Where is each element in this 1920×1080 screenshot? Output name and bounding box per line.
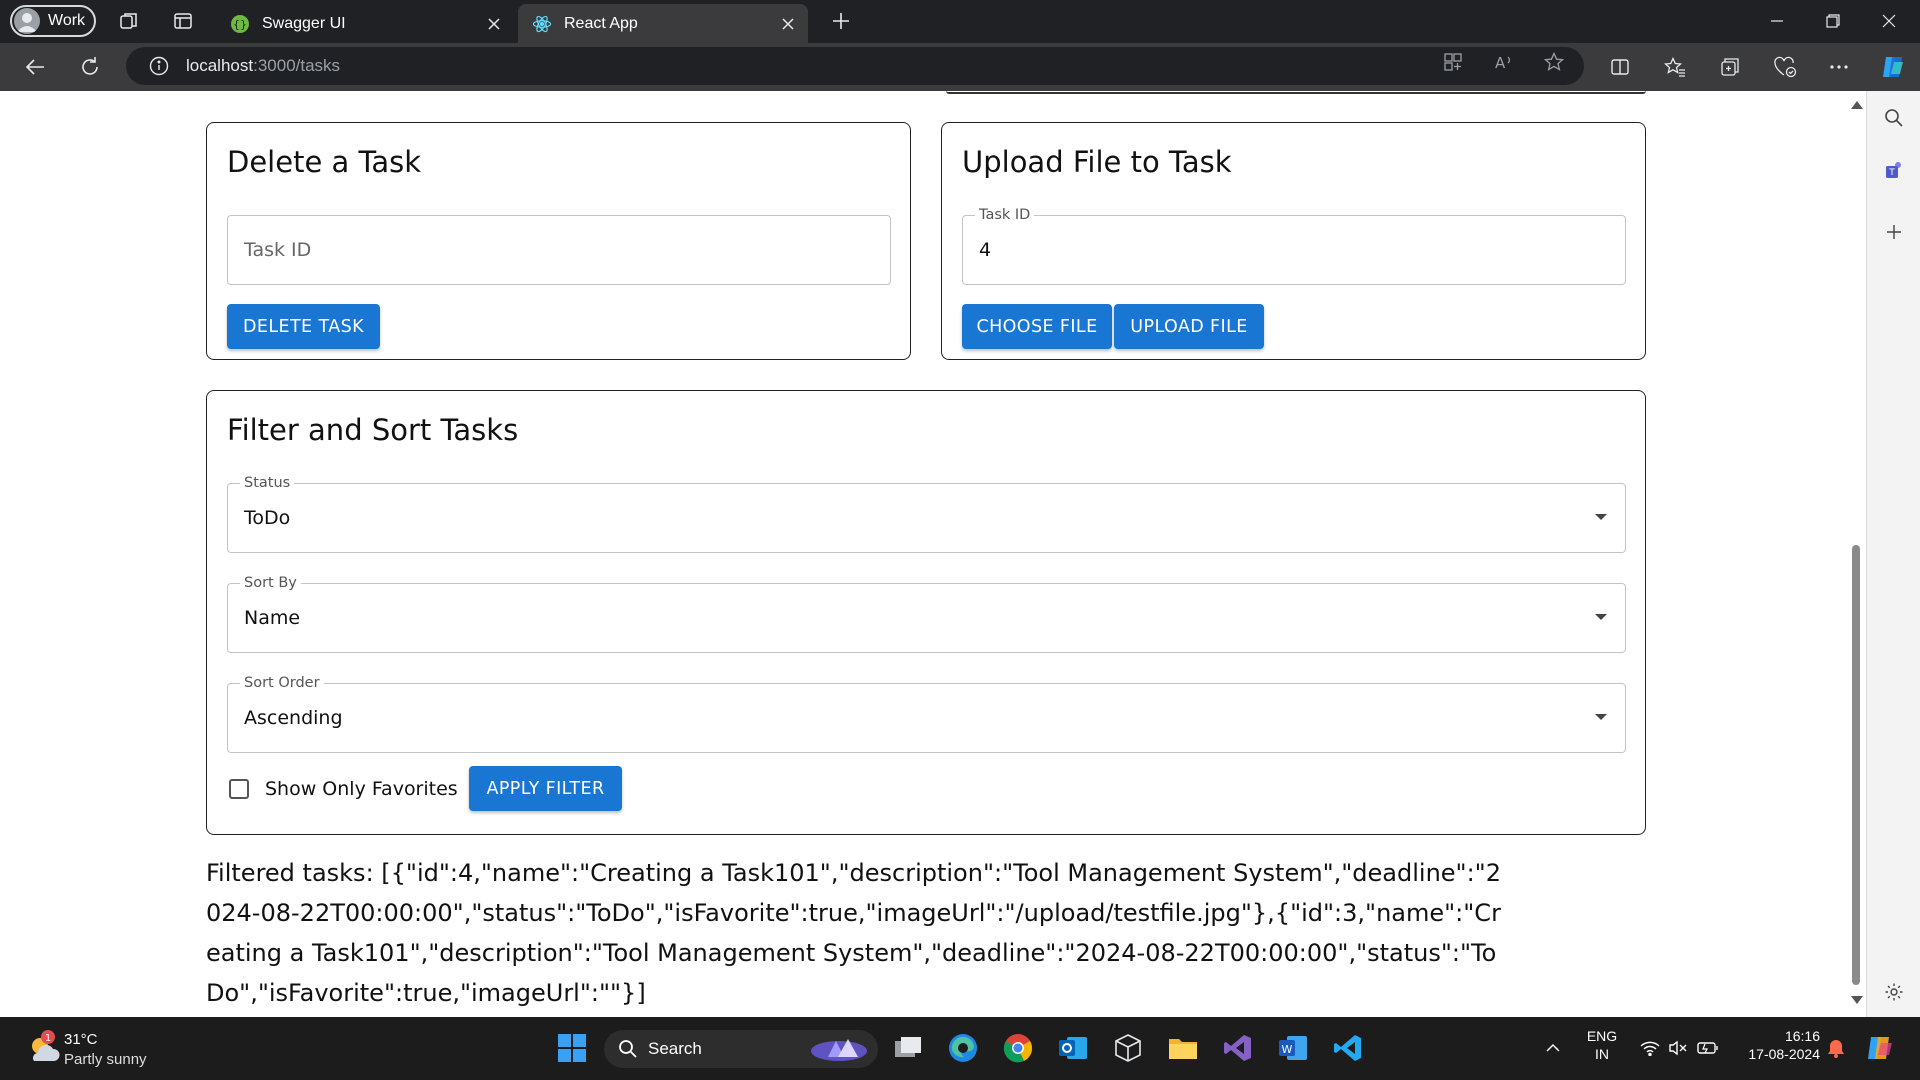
sidebar-search-icon[interactable] — [1881, 105, 1907, 131]
status-select[interactable]: Status ToDo — [227, 474, 1626, 553]
favorite-star-icon[interactable] — [1541, 49, 1567, 75]
previous-card-edge — [946, 91, 1646, 94]
react-icon — [532, 14, 552, 34]
select-value: Name — [244, 607, 301, 629]
sidebar-settings-icon[interactable] — [1881, 979, 1907, 1005]
new-tab-button[interactable] — [828, 8, 854, 34]
delete-task-id-input[interactable]: Task ID — [227, 215, 891, 285]
visual-studio-icon[interactable] — [1220, 1030, 1256, 1066]
favorites-icon[interactable] — [1660, 52, 1690, 82]
dropdown-arrow-icon — [1595, 614, 1607, 620]
svg-text:T: T — [1888, 168, 1895, 178]
split-screen-icon[interactable] — [1605, 52, 1635, 82]
profile-label: Work — [48, 12, 86, 29]
task-view-icon[interactable] — [890, 1030, 926, 1066]
scroll-up-arrow-icon[interactable] — [1851, 101, 1863, 109]
search-icon — [618, 1039, 638, 1059]
svg-text:{}: {} — [233, 18, 247, 31]
browser-toolbar: localhost:3000/tasks A — [0, 43, 1920, 91]
close-window-icon[interactable] — [1874, 8, 1904, 34]
swagger-icon: {} — [230, 14, 250, 34]
dropdown-arrow-icon — [1595, 714, 1607, 720]
vscode-icon[interactable] — [1330, 1030, 1366, 1066]
weather-temp[interactable]: 31°C — [64, 1031, 98, 1048]
start-icon[interactable] — [554, 1030, 590, 1066]
scrollbar-thumb[interactable] — [1852, 545, 1860, 985]
select-value: ToDo — [244, 507, 291, 529]
url-text: localhost:3000/tasks — [186, 56, 341, 75]
upload-file-card: Upload File to Task Task ID 4 CHOOSE FIL… — [941, 122, 1646, 360]
app-cube-icon[interactable] — [1110, 1030, 1146, 1066]
copilot-taskbar-icon[interactable] — [1862, 1030, 1898, 1066]
edge-sidebar: T — [1866, 91, 1920, 1017]
language-indicator[interactable]: ENG IN — [1580, 1027, 1624, 1063]
address-bar[interactable]: localhost:3000/tasks — [126, 47, 1584, 85]
search-label: Search — [648, 1039, 702, 1058]
tab-title: Swagger UI — [262, 14, 346, 32]
clock[interactable]: 16:16 17-08-2024 — [1740, 1027, 1820, 1063]
svg-text:W: W — [1282, 1043, 1293, 1056]
apply-filter-button[interactable]: APPLY FILTER — [469, 766, 622, 811]
choose-file-button[interactable]: CHOOSE FILE — [962, 304, 1112, 349]
tab-swagger-ui[interactable]: {} Swagger UI — [216, 4, 514, 43]
search-highlight-icon — [808, 1033, 870, 1065]
profile-button[interactable]: Work — [10, 5, 96, 37]
workspaces-icon[interactable] — [116, 8, 142, 34]
chevron-up-icon[interactable] — [1535, 1030, 1571, 1066]
windows-taskbar: 1 31°C Partly sunny Search W ENG IN 16:1… — [0, 1017, 1920, 1080]
weather-desc[interactable]: Partly sunny — [64, 1051, 147, 1068]
more-options-icon[interactable] — [1824, 52, 1854, 82]
minimize-icon[interactable] — [1762, 8, 1792, 34]
browser-tab-strip: Work {} Swagger UI React App — [0, 0, 1920, 43]
taskbar-search[interactable]: Search — [604, 1030, 878, 1068]
restore-icon[interactable] — [1818, 8, 1848, 34]
file-explorer-icon[interactable] — [1165, 1030, 1201, 1066]
favorites-label[interactable]: Show Only Favorites — [265, 778, 458, 800]
filtered-tasks-output: Filtered tasks: [{"id":4,"name":"Creatin… — [206, 859, 1501, 1007]
battery-icon[interactable] — [1690, 1030, 1726, 1066]
edge-icon[interactable] — [945, 1030, 981, 1066]
card-title: Upload File to Task — [962, 145, 1232, 179]
tab-actions-icon[interactable] — [170, 8, 196, 34]
card-title: Delete a Task — [227, 145, 422, 179]
page-content: Delete a Task Task ID DELETE TASK Upload… — [0, 91, 1866, 1017]
word-icon[interactable]: W — [1275, 1030, 1311, 1066]
back-icon[interactable] — [20, 52, 50, 82]
avatar — [14, 8, 40, 34]
card-title: Filter and Sort Tasks — [227, 413, 519, 447]
sort-by-select[interactable]: Sort By Name — [227, 574, 1626, 653]
delete-task-button[interactable]: DELETE TASK — [227, 304, 380, 349]
collections-icon[interactable] — [1715, 52, 1745, 82]
tab-react-app[interactable]: React App — [518, 4, 808, 43]
app-available-icon[interactable] — [1440, 49, 1466, 75]
chrome-icon[interactable] — [1000, 1030, 1036, 1066]
sidebar-teams-icon[interactable]: T — [1881, 157, 1907, 183]
refresh-icon[interactable] — [75, 52, 105, 82]
select-value: Ascending — [244, 707, 343, 729]
outlook-icon[interactable] — [1055, 1030, 1091, 1066]
close-tab-icon[interactable] — [484, 14, 504, 34]
browser-essentials-icon[interactable] — [1770, 52, 1800, 82]
weather-icon[interactable]: 1 — [24, 1029, 64, 1069]
read-aloud-icon[interactable]: A — [1491, 49, 1517, 75]
favorites-checkbox[interactable] — [229, 779, 249, 799]
dropdown-arrow-icon — [1595, 514, 1607, 520]
input-placeholder: Task ID — [244, 239, 312, 261]
site-info-icon[interactable] — [146, 53, 172, 79]
svg-text:A: A — [1495, 54, 1506, 72]
tab-title: React App — [564, 14, 638, 32]
delete-task-card: Delete a Task Task ID DELETE TASK — [206, 122, 911, 360]
copilot-icon[interactable] — [1878, 52, 1908, 82]
upload-task-id-input[interactable]: Task ID 4 — [962, 206, 1626, 285]
sort-order-select[interactable]: Sort Order Ascending — [227, 674, 1626, 753]
upload-file-button[interactable]: UPLOAD FILE — [1114, 304, 1264, 349]
input-value: 4 — [979, 239, 992, 261]
sidebar-add-icon[interactable] — [1881, 219, 1907, 245]
filter-sort-card: Filter and Sort Tasks Status ToDo Sort B… — [206, 390, 1646, 835]
scroll-down-arrow-icon[interactable] — [1851, 996, 1863, 1004]
svg-text:1: 1 — [45, 1033, 51, 1044]
notification-bell-icon[interactable] — [1818, 1030, 1854, 1066]
close-tab-icon[interactable] — [778, 14, 798, 34]
